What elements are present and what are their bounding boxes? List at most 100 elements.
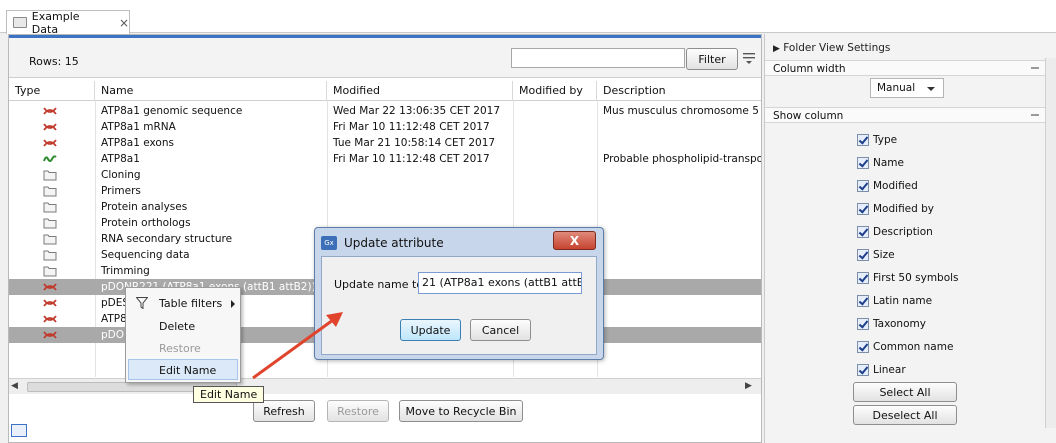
checkbox-checked[interactable] <box>857 318 869 330</box>
nucleotide-sequence-icon <box>43 299 57 307</box>
cell-modified-by <box>513 103 597 119</box>
cell-modified-by <box>513 135 597 151</box>
cell-name: Primers <box>101 185 141 197</box>
dialog-titlebar[interactable]: Gx Update attribute X <box>315 228 603 256</box>
checkbox-checked[interactable] <box>857 226 869 238</box>
update-name-input[interactable]: 21 (ATP8a1 exons (attB1 attB2)) <box>418 272 582 294</box>
chevron-down-icon <box>927 87 935 91</box>
refresh-button[interactable]: Refresh <box>253 400 315 422</box>
column-header-modified-by[interactable]: Modified by <box>513 81 597 101</box>
cell-description <box>597 263 761 279</box>
column-width-label: Column width <box>773 63 846 75</box>
cell-description <box>597 247 761 263</box>
cell-name: Protein orthologs <box>101 217 191 229</box>
show-column-option[interactable]: Modified <box>857 178 918 194</box>
restore-button[interactable]: Restore <box>327 400 389 422</box>
cell-description <box>597 119 761 135</box>
dialog-close-button[interactable]: X <box>553 231 596 250</box>
folder-icon <box>43 170 57 181</box>
dialog-title: Update attribute <box>344 236 444 250</box>
select-all-button[interactable]: Select All <box>853 382 957 402</box>
table-row[interactable]: ATP8a1 genomic sequence Wed Mar 22 13:06:… <box>9 103 761 119</box>
submenu-arrow-icon <box>231 300 235 308</box>
column-width-section[interactable]: Column width <box>765 60 1045 76</box>
menu-item-table-filters[interactable]: Table filters <box>126 293 240 314</box>
menu-item-delete[interactable]: Delete <box>126 316 240 337</box>
table-row[interactable]: Protein analyses <box>9 199 761 215</box>
deselect-all-button[interactable]: Deselect All <box>853 405 957 425</box>
filter-options-icon[interactable] <box>743 51 755 65</box>
checkbox-checked[interactable] <box>857 134 869 146</box>
table-row[interactable]: Primers <box>9 183 761 199</box>
scroll-left-icon[interactable]: ◀ <box>11 381 22 392</box>
minimize-icon[interactable] <box>1031 67 1039 69</box>
checkbox-checked[interactable] <box>857 157 869 169</box>
close-tab-icon[interactable]: × <box>119 16 129 30</box>
checkbox-checked[interactable] <box>857 249 869 261</box>
update-name-label: Update name to <box>334 278 424 291</box>
filter-button[interactable]: Filter <box>686 48 738 70</box>
vertical-scrollbar[interactable] <box>1045 58 1056 428</box>
cell-name: RNA secondary structure <box>101 233 233 245</box>
cell-modified: Tue Mar 21 10:58:14 CET 2017 <box>333 137 496 149</box>
show-column-option[interactable]: Size <box>857 247 895 263</box>
collapse-icon[interactable]: ▶ <box>773 44 780 54</box>
checkbox-checked[interactable] <box>857 203 869 215</box>
show-column-option[interactable]: First 50 symbols <box>857 270 959 286</box>
filter-input[interactable] <box>511 48 685 68</box>
folder-icon <box>43 218 57 229</box>
show-column-option[interactable]: Name <box>857 155 904 171</box>
cell-description <box>597 295 761 311</box>
checkbox-checked[interactable] <box>857 180 869 192</box>
checkbox-checked[interactable] <box>857 295 869 307</box>
column-header-name[interactable]: Name <box>95 81 327 101</box>
show-column-section[interactable]: Show column <box>765 107 1045 123</box>
show-column-option[interactable]: Common name <box>857 339 953 355</box>
cell-description <box>597 231 761 247</box>
cell-description <box>597 135 761 151</box>
cell-description <box>597 167 761 183</box>
folder-icon[interactable] <box>11 424 27 437</box>
move-to-recycle-bin-button[interactable]: Move to Recycle Bin <box>399 400 523 422</box>
nucleotide-sequence-icon <box>43 139 57 147</box>
checkbox-checked[interactable] <box>857 272 869 284</box>
table-row[interactable]: ATP8a1 Fri Mar 10 11:12:48 CET 2017 Probab… <box>9 151 761 167</box>
cell-description <box>597 183 761 199</box>
column-header-description[interactable]: Description <box>597 81 761 101</box>
cell-name: Trimming <box>101 265 150 277</box>
checkbox-checked[interactable] <box>857 341 869 353</box>
table-row[interactable]: Cloning <box>9 167 761 183</box>
table-row[interactable]: ATP8a1 mRNA Fri Mar 10 11:12:48 CET 2017 <box>9 119 761 135</box>
table-row[interactable]: ATP8a1 exons Tue Mar 21 10:58:14 CET 2017 <box>9 135 761 151</box>
show-column-option[interactable]: Linear <box>857 362 906 378</box>
show-column-option[interactable]: Latin name <box>857 293 932 309</box>
cell-description: Mus musculus chromosome 5 genomic <box>603 105 761 117</box>
show-column-option[interactable]: Description <box>857 224 933 240</box>
nucleotide-sequence-icon <box>43 283 57 291</box>
scroll-right-icon[interactable]: ▶ <box>745 381 756 392</box>
nucleotide-sequence-icon <box>43 123 57 131</box>
update-button[interactable]: Update <box>400 319 461 341</box>
cell-name: ATP8a1 exons <box>101 137 174 149</box>
minimize-icon[interactable] <box>1031 114 1039 116</box>
column-width-select[interactable]: Manual <box>870 78 944 98</box>
show-column-option[interactable]: Type <box>857 132 897 148</box>
menu-item-edit-name[interactable]: Edit Name <box>128 359 238 380</box>
folder-view-settings-panel: ▶ Folder View Settings Column width Manu… <box>764 34 1056 443</box>
dialog-body: Update name to 21 (ATP8a1 exons (attB1 a… <box>321 256 597 355</box>
checkbox-label: Name <box>873 157 904 169</box>
show-column-option[interactable]: Taxonomy <box>857 316 926 332</box>
settings-title[interactable]: ▶ Folder View Settings <box>773 42 890 54</box>
cell-modified-by <box>513 151 597 167</box>
folder-icon <box>43 266 57 277</box>
column-header-modified[interactable]: Modified <box>327 81 513 101</box>
tab-example-data[interactable]: Example Data × <box>6 10 130 36</box>
horizontal-scrollbar[interactable]: ◀ ▶ <box>9 378 761 394</box>
column-header-type[interactable]: Type <box>9 81 95 101</box>
show-column-option[interactable]: Modified by <box>857 201 934 217</box>
checkbox-label: Latin name <box>873 295 933 307</box>
checkbox-checked[interactable] <box>857 364 869 376</box>
cancel-button[interactable]: Cancel <box>470 319 531 341</box>
cell-modified-by <box>513 199 597 215</box>
menu-item-restore[interactable]: Restore <box>126 338 240 359</box>
